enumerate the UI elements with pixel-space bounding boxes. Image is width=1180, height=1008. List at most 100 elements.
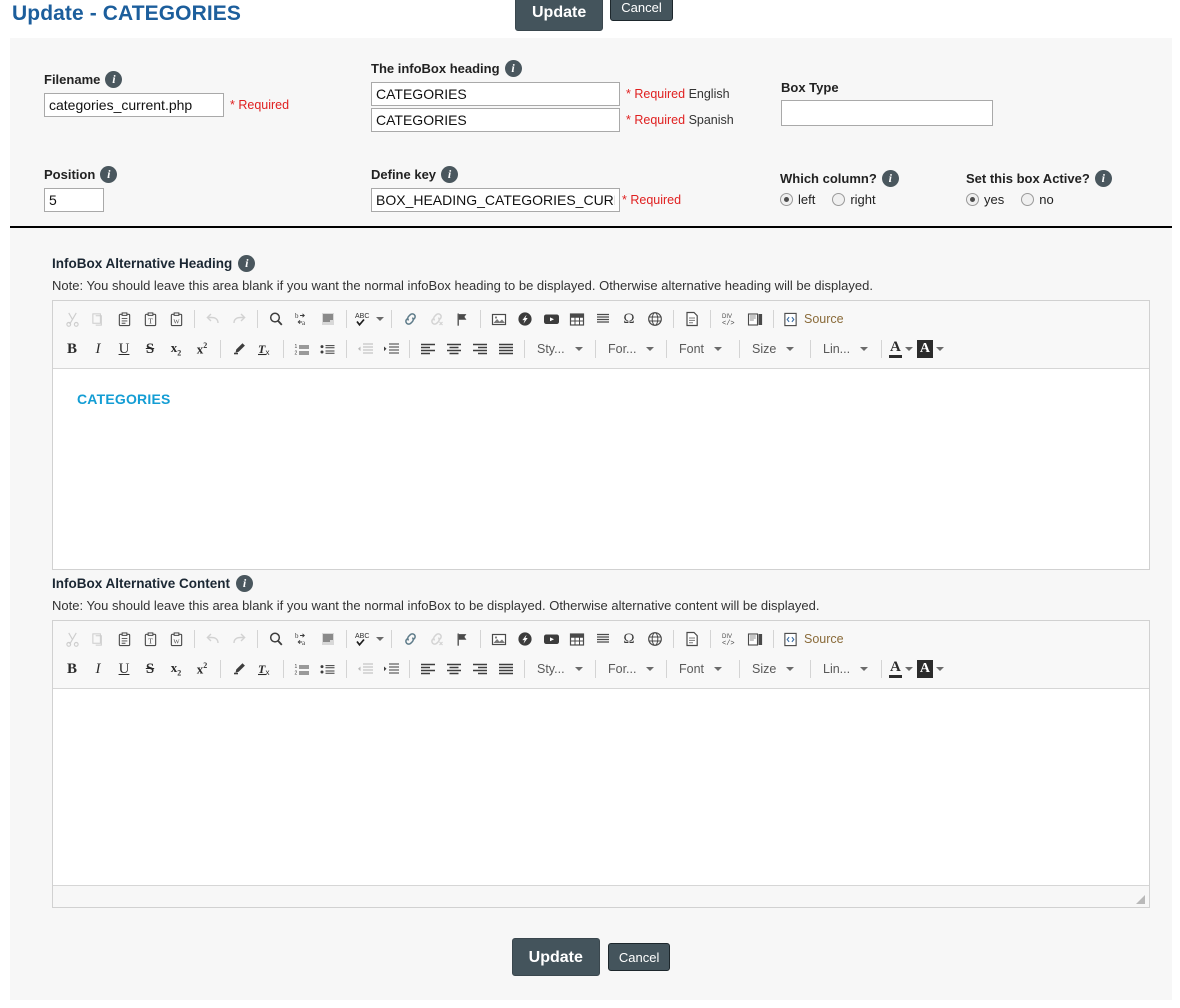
editor-body-alt-heading[interactable]: CATEGORIES: [53, 369, 1149, 569]
align-center-icon[interactable]: [441, 337, 467, 361]
radio-left[interactable]: [780, 193, 793, 206]
div-container-icon[interactable]: DIV </>: [716, 307, 742, 331]
copy-formatting-icon[interactable]: [226, 337, 252, 361]
format-dropdown[interactable]: For...: [601, 337, 661, 361]
link-icon[interactable]: [397, 307, 423, 331]
outdent-icon[interactable]: [352, 337, 378, 361]
youtube-icon[interactable]: [538, 627, 564, 651]
box-type-input[interactable]: [781, 100, 993, 126]
copy-icon[interactable]: [85, 627, 111, 651]
line-height-dropdown[interactable]: Lin...: [816, 657, 876, 681]
remove-format-icon[interactable]: Tx: [252, 337, 278, 361]
special-character-icon[interactable]: Ω: [616, 627, 642, 651]
cancel-button-bottom[interactable]: Cancel: [607, 943, 671, 971]
text-color-icon[interactable]: A: [887, 657, 915, 681]
page-break-icon[interactable]: [679, 627, 705, 651]
underline-icon[interactable]: U: [111, 337, 137, 361]
anchor-icon[interactable]: [449, 307, 475, 331]
update-button-bottom[interactable]: Update: [511, 938, 600, 976]
position-input[interactable]: [44, 188, 104, 212]
text-color-icon[interactable]: A: [887, 337, 915, 361]
source-button[interactable]: Source: [779, 627, 848, 651]
flash-icon[interactable]: [512, 307, 538, 331]
italic-icon[interactable]: I: [85, 657, 111, 681]
styles-dropdown[interactable]: Sty...: [530, 657, 590, 681]
info-icon[interactable]: i: [441, 166, 459, 183]
align-left-icon[interactable]: [415, 657, 441, 681]
paste-icon[interactable]: [111, 307, 137, 331]
unlink-icon[interactable]: [423, 307, 449, 331]
bulleted-list-icon[interactable]: [315, 657, 341, 681]
cut-icon[interactable]: [59, 307, 85, 331]
subscript-icon[interactable]: x2: [163, 657, 189, 681]
undo-icon[interactable]: [200, 627, 226, 651]
paste-from-word-icon[interactable]: W: [163, 627, 189, 651]
resize-handle-icon[interactable]: [1136, 895, 1145, 904]
info-icon[interactable]: i: [1094, 170, 1112, 187]
source-button[interactable]: Source: [779, 307, 848, 331]
table-icon[interactable]: [564, 307, 590, 331]
italic-icon[interactable]: I: [85, 337, 111, 361]
numbered-list-icon[interactable]: 12: [289, 657, 315, 681]
flash-icon[interactable]: [512, 627, 538, 651]
spell-check-icon[interactable]: ABC: [352, 307, 386, 331]
anchor-icon[interactable]: [449, 627, 475, 651]
redo-icon[interactable]: [226, 307, 252, 331]
format-dropdown[interactable]: For...: [601, 657, 661, 681]
page-break-icon[interactable]: [679, 307, 705, 331]
align-right-icon[interactable]: [467, 337, 493, 361]
find-icon[interactable]: [263, 627, 289, 651]
infobox-heading-input-spanish[interactable]: [371, 108, 620, 132]
underline-icon[interactable]: U: [111, 657, 137, 681]
templates-icon[interactable]: [742, 627, 768, 651]
align-center-icon[interactable]: [441, 657, 467, 681]
paste-from-word-icon[interactable]: W: [163, 307, 189, 331]
styles-dropdown[interactable]: Sty...: [530, 337, 590, 361]
bold-icon[interactable]: B: [59, 337, 85, 361]
info-icon[interactable]: i: [236, 575, 254, 592]
outdent-icon[interactable]: [352, 657, 378, 681]
update-button-top[interactable]: Update: [515, 0, 604, 31]
size-dropdown[interactable]: Size: [745, 337, 805, 361]
font-dropdown[interactable]: Font: [672, 337, 734, 361]
horizontal-rule-icon[interactable]: [590, 307, 616, 331]
unlink-icon[interactable]: [423, 627, 449, 651]
background-color-icon[interactable]: A: [915, 337, 946, 361]
select-all-icon[interactable]: [315, 627, 341, 651]
superscript-icon[interactable]: x2: [189, 337, 215, 361]
info-icon[interactable]: i: [881, 170, 899, 187]
filename-input[interactable]: [44, 93, 224, 117]
image-icon[interactable]: [486, 307, 512, 331]
replace-icon[interactable]: ba: [289, 307, 315, 331]
link-icon[interactable]: [397, 627, 423, 651]
remove-format-icon[interactable]: Tx: [252, 657, 278, 681]
copy-icon[interactable]: [85, 307, 111, 331]
subscript-icon[interactable]: x2: [163, 337, 189, 361]
bold-icon[interactable]: B: [59, 657, 85, 681]
table-icon[interactable]: [564, 627, 590, 651]
align-right-icon[interactable]: [467, 657, 493, 681]
size-dropdown[interactable]: Size: [745, 657, 805, 681]
indent-icon[interactable]: [378, 337, 404, 361]
paste-text-icon[interactable]: T: [137, 627, 163, 651]
horizontal-rule-icon[interactable]: [590, 627, 616, 651]
spell-check-icon[interactable]: ABC: [352, 627, 386, 651]
line-height-dropdown[interactable]: Lin...: [816, 337, 876, 361]
image-icon[interactable]: [486, 627, 512, 651]
align-left-icon[interactable]: [415, 337, 441, 361]
indent-icon[interactable]: [378, 657, 404, 681]
iframe-icon[interactable]: [642, 627, 668, 651]
define-key-input[interactable]: [371, 188, 620, 212]
bulleted-list-icon[interactable]: [315, 337, 341, 361]
strikethrough-icon[interactable]: S: [137, 657, 163, 681]
special-character-icon[interactable]: Ω: [616, 307, 642, 331]
justify-icon[interactable]: [493, 657, 519, 681]
undo-icon[interactable]: [200, 307, 226, 331]
youtube-icon[interactable]: [538, 307, 564, 331]
replace-icon[interactable]: ba: [289, 627, 315, 651]
div-container-icon[interactable]: DIV </>: [716, 627, 742, 651]
superscript-icon[interactable]: x2: [189, 657, 215, 681]
copy-formatting-icon[interactable]: [226, 657, 252, 681]
font-dropdown[interactable]: Font: [672, 657, 734, 681]
background-color-icon[interactable]: A: [915, 657, 946, 681]
